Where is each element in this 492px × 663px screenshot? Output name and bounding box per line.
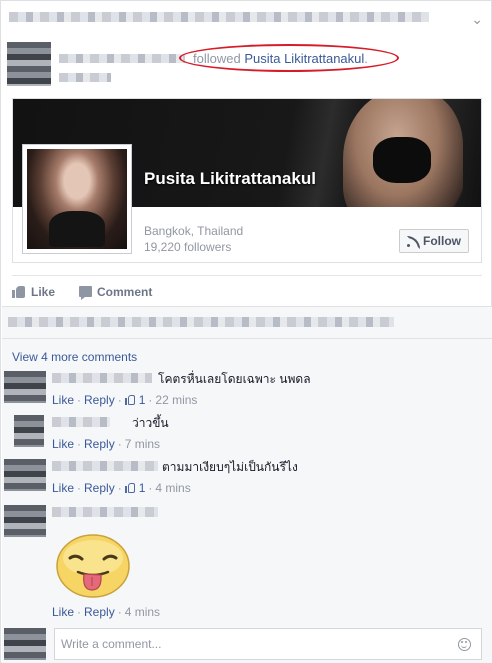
blurred-top-strip bbox=[9, 12, 429, 22]
comment-label: Comment bbox=[97, 284, 153, 299]
timestamp-blurred[interactable] bbox=[59, 73, 111, 82]
comment-meta: Like · Reply · 7 mins bbox=[52, 437, 160, 451]
comment-like-link[interactable]: Like bbox=[52, 481, 74, 495]
like-label: Like bbox=[31, 284, 56, 299]
comment-like-count[interactable]: 1 bbox=[139, 481, 146, 495]
meta-separator: · bbox=[77, 481, 82, 495]
page-card[interactable]: Pusita Likitrattanakul Bangkok, Thailand… bbox=[12, 98, 482, 263]
comment-reply-link[interactable]: Reply bbox=[84, 393, 115, 407]
cover-figure-detail bbox=[373, 137, 431, 183]
emoji-icon[interactable] bbox=[458, 638, 471, 651]
profile-photo bbox=[27, 149, 127, 249]
page-profile-picture[interactable] bbox=[22, 144, 132, 254]
comment-meta: Like · Reply · 1 · 4 mins bbox=[52, 481, 191, 495]
story-header: followed Pusita Likitrattanakul. bbox=[7, 42, 487, 88]
meta-separator: · bbox=[77, 437, 82, 451]
comment-like-count[interactable]: 1 bbox=[139, 393, 146, 407]
follow-button[interactable]: Follow bbox=[399, 229, 469, 253]
comments-section: View 4 more comments โคตรหื่นเลยโดยเฉพาะ… bbox=[2, 306, 492, 663]
comment-input[interactable]: Write a comment... bbox=[54, 628, 482, 660]
comment-input-placeholder: Write a comment... bbox=[61, 637, 162, 651]
meta-separator: · bbox=[117, 481, 122, 495]
viewer-avatar[interactable] bbox=[4, 628, 46, 660]
comment-reply-link[interactable]: Reply bbox=[84, 481, 115, 495]
follow-label: Follow bbox=[423, 234, 461, 248]
comment-action[interactable]: Comment bbox=[79, 284, 153, 300]
comment-like-link[interactable]: Like bbox=[52, 393, 74, 407]
meta-separator: · bbox=[148, 481, 153, 495]
comment-composer: Write a comment... bbox=[4, 628, 490, 662]
highlight-ellipse bbox=[179, 44, 399, 72]
page-meta: Bangkok, Thailand 19,220 followers bbox=[144, 223, 243, 255]
like-action[interactable]: Like bbox=[12, 285, 55, 299]
meta-separator: · bbox=[117, 437, 122, 451]
actor-name-blurred[interactable] bbox=[59, 54, 185, 63]
meta-separator: · bbox=[117, 393, 122, 407]
comment-time[interactable]: 7 mins bbox=[125, 437, 160, 451]
view-more-comments-link[interactable]: View 4 more comments bbox=[12, 350, 137, 364]
actor-avatar[interactable] bbox=[7, 42, 51, 86]
comment-meta: Like · Reply · 1 · 22 mins bbox=[52, 393, 197, 407]
commenter-name-blurred[interactable] bbox=[52, 461, 158, 471]
commenter-name-blurred[interactable] bbox=[52, 417, 110, 427]
comments-divider bbox=[2, 338, 492, 339]
comment-like-thumb-icon[interactable] bbox=[124, 395, 136, 405]
dropdown-caret-icon[interactable]: ⌄ bbox=[471, 11, 483, 28]
comment-meta: Like · Reply · 4 mins bbox=[52, 605, 160, 619]
commenter-avatar[interactable] bbox=[4, 505, 46, 537]
comment-text: โคตรหื่นเลยโดยเฉพาะ นพดล bbox=[158, 372, 311, 386]
meta-separator: · bbox=[77, 605, 82, 619]
likes-summary-blurred[interactable] bbox=[8, 317, 394, 327]
comment-text: ตามมาเงียบๆไม่เป็นกันรึไง bbox=[162, 460, 298, 474]
page-location: Bangkok, Thailand bbox=[144, 224, 244, 238]
meta-separator: · bbox=[148, 393, 153, 407]
page-name[interactable]: Pusita Likitrattanakul bbox=[144, 169, 316, 189]
comment-like-link[interactable]: Like bbox=[52, 605, 74, 619]
comment-like-thumb-icon[interactable] bbox=[124, 483, 136, 493]
commenter-avatar[interactable] bbox=[4, 371, 46, 403]
feed-story: ⌄ followed Pusita Likitrattanakul. Pusit… bbox=[0, 0, 492, 663]
page-followers: 19,220 followers bbox=[144, 240, 232, 254]
commenter-avatar[interactable] bbox=[14, 415, 44, 447]
follow-rss-icon bbox=[407, 235, 420, 249]
comment-reply-link[interactable]: Reply bbox=[84, 437, 115, 451]
comment-time[interactable]: 4 mins bbox=[125, 605, 160, 619]
comment-bubble-icon bbox=[79, 286, 93, 300]
comment-like-link[interactable]: Like bbox=[52, 437, 74, 451]
commenter-name-blurred[interactable] bbox=[52, 373, 152, 383]
meta-separator: · bbox=[77, 393, 82, 407]
comment-time[interactable]: 22 mins bbox=[155, 393, 197, 407]
sticker-tongue-icon[interactable] bbox=[54, 532, 132, 600]
commenter-name-blurred[interactable] bbox=[52, 507, 158, 517]
meta-separator: · bbox=[117, 605, 122, 619]
comment-time[interactable]: 4 mins bbox=[155, 481, 190, 495]
comment-text: ว่าวขึ้น bbox=[132, 416, 169, 430]
like-thumb-icon bbox=[12, 285, 26, 298]
story-actions: Like Comment bbox=[12, 275, 482, 307]
comment-reply-link[interactable]: Reply bbox=[84, 605, 115, 619]
commenter-avatar[interactable] bbox=[4, 459, 46, 491]
